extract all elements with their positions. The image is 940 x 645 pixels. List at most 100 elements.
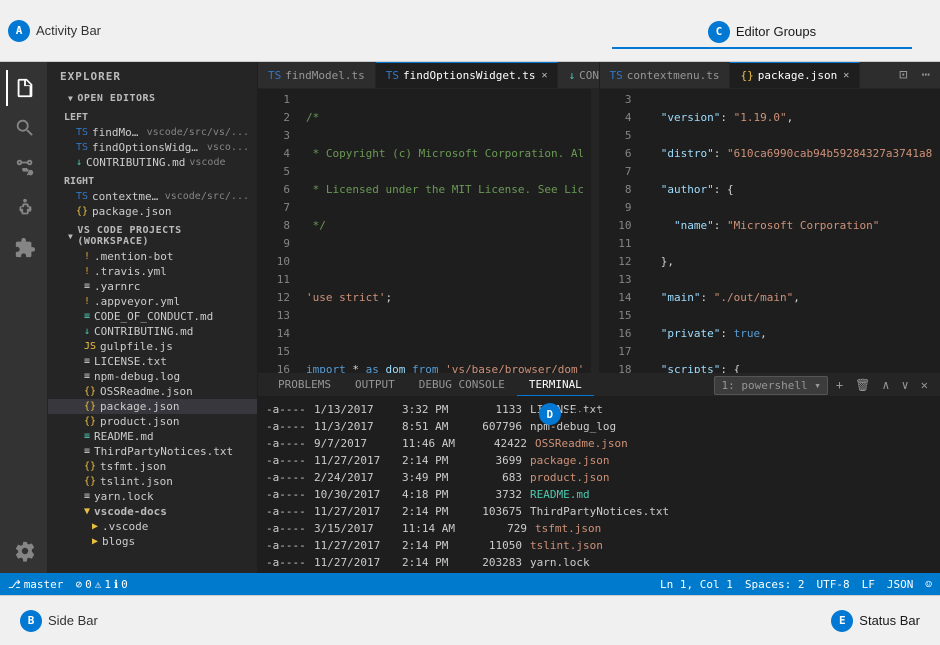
sidebar: EXPLORER ▼ OPEN EDITORS LEFT TS findMode… bbox=[48, 62, 258, 573]
tab-label: findModel.ts bbox=[285, 69, 364, 82]
file-name: package.json bbox=[100, 400, 179, 413]
shell-selector[interactable]: 1: powershell ▾ bbox=[714, 376, 827, 395]
cursor-position[interactable]: Ln 1, Col 1 bbox=[660, 578, 733, 591]
open-editor-package-json[interactable]: {} package.json bbox=[48, 204, 257, 219]
terminal-row: -a----11/27/20172:14 PM103675 ThirdParty… bbox=[266, 503, 932, 520]
file-icon: {} bbox=[84, 401, 96, 412]
tab-findmodel[interactable]: TS findModel.ts bbox=[258, 63, 376, 88]
indentation[interactable]: Spaces: 2 bbox=[745, 578, 805, 591]
panel-tab-terminal[interactable]: TERMINAL bbox=[517, 374, 594, 396]
workspace-package-json[interactable]: {} package.json bbox=[48, 399, 257, 414]
terminal-row: -a----2/24/20173:49 PM683 product.json bbox=[266, 469, 932, 486]
file-name: contextmenu.ts bbox=[92, 190, 161, 203]
file-name: product.json bbox=[100, 415, 179, 428]
folder-name: blogs bbox=[102, 535, 135, 548]
file-name: README.md bbox=[94, 430, 154, 443]
right-label: RIGHT bbox=[48, 174, 257, 189]
tab-close-icon[interactable]: ✕ bbox=[541, 70, 547, 81]
errors-warnings[interactable]: ⊘ 0 ⚠ 1 ℹ 0 bbox=[75, 578, 127, 591]
workspace-product-json[interactable]: {} product.json bbox=[48, 414, 257, 429]
encoding[interactable]: UTF-8 bbox=[817, 578, 850, 591]
tab-close-icon[interactable]: ✕ bbox=[843, 70, 849, 81]
workspace-gulpfile[interactable]: JS gulpfile.js bbox=[48, 339, 257, 354]
annotation-c-label: Editor Groups bbox=[736, 24, 816, 39]
tab-bar-right: TS contextmenu.ts {} package.json ✕ ⊡ ⋯ bbox=[600, 62, 940, 89]
open-editor-contextmenu[interactable]: TS contextmenu.ts vscode/src/... bbox=[48, 189, 257, 204]
feedback-icon[interactable]: ☺ bbox=[925, 578, 932, 591]
workspace-contributing[interactable]: ↓ CONTRIBUTING.md bbox=[48, 324, 257, 339]
folder-icon: ▶ bbox=[92, 521, 98, 532]
left-label: LEFT bbox=[48, 110, 257, 125]
workspace-travis[interactable]: ! .travis.yml bbox=[48, 264, 257, 279]
workspace-yarn-lock[interactable]: ≡ yarn.lock bbox=[48, 489, 257, 504]
workspace-mention-bot[interactable]: ! .mention-bot bbox=[48, 249, 257, 264]
close-panel-icon[interactable]: ✕ bbox=[917, 376, 932, 394]
workspace-readme[interactable]: ≡ README.md bbox=[48, 429, 257, 444]
kill-terminal-icon[interactable]: 🗑 bbox=[851, 376, 874, 394]
workspace-tsfmt[interactable]: {} tsfmt.json bbox=[48, 459, 257, 474]
open-editors-section[interactable]: ▼ OPEN EDITORS bbox=[48, 91, 257, 106]
file-icon: ≡ bbox=[84, 311, 90, 322]
workspace-blogs-folder[interactable]: ▶ blogs bbox=[48, 534, 257, 549]
workspace-section[interactable]: ▼ VS CODE PROJECTS (WORKSPACE) bbox=[48, 223, 257, 249]
panel-tab-output[interactable]: OUTPUT bbox=[343, 374, 407, 396]
source-control-icon[interactable] bbox=[6, 150, 42, 186]
tab-contributing[interactable]: ↓ CONTRIBUTING.md bbox=[558, 63, 598, 88]
workspace-tslint[interactable]: {} tslint.json bbox=[48, 474, 257, 489]
tab-contextmenu[interactable]: TS contextmenu.ts bbox=[600, 63, 731, 88]
terminal-row: -a----11/27/20172:14 PM3699 package.json bbox=[266, 452, 932, 469]
file-icon: {} bbox=[84, 416, 96, 427]
workspace-code-of-conduct[interactable]: ≡ CODE_OF_CONDUCT.md bbox=[48, 309, 257, 324]
annotation-b-circle: B bbox=[20, 610, 42, 632]
file-name: findModel.ts bbox=[92, 126, 143, 139]
open-editor-findmodel[interactable]: TS findModel.ts vscode/src/vs/... bbox=[48, 125, 257, 140]
annotation-a-circle: A bbox=[8, 20, 30, 42]
file-name: package.json bbox=[92, 205, 171, 218]
tab-label: CONTRIBUTING.md bbox=[579, 69, 598, 82]
settings-icon[interactable] bbox=[6, 533, 42, 569]
restore-panel-icon[interactable]: ∨ bbox=[898, 376, 913, 394]
file-icon: {} bbox=[84, 461, 96, 472]
panel-tab-problems[interactable]: PROBLEMS bbox=[266, 374, 343, 396]
error-count: 0 bbox=[85, 578, 92, 591]
main-layout: EXPLORER ▼ OPEN EDITORS LEFT TS findMode… bbox=[0, 62, 940, 573]
panel-tab-debug-console[interactable]: DEBUG CONSOLE bbox=[407, 374, 517, 396]
debug-icon[interactable] bbox=[6, 190, 42, 226]
workspace-vscode-folder[interactable]: ▶ .vscode bbox=[48, 519, 257, 534]
file-icon: ≡ bbox=[84, 491, 90, 502]
workspace-vscode-docs[interactable]: ▼ vscode-docs bbox=[48, 504, 257, 519]
line-numbers-right: 34567 89101112 1314151617 1819202122 bbox=[600, 89, 640, 373]
workspace-license[interactable]: ≡ LICENSE.txt bbox=[48, 354, 257, 369]
add-terminal-icon[interactable]: + bbox=[832, 376, 847, 394]
split-editor-icon[interactable]: ⊡ bbox=[893, 63, 913, 87]
line-ending[interactable]: LF bbox=[862, 578, 875, 591]
more-actions-icon[interactable]: ⋯ bbox=[916, 63, 936, 87]
search-icon[interactable] bbox=[6, 110, 42, 146]
workspace-thirdparty[interactable]: ≡ ThirdPartyNotices.txt bbox=[48, 444, 257, 459]
file-path: vscode/src/vs/... bbox=[147, 127, 249, 138]
file-name: LICENSE.txt bbox=[94, 355, 167, 368]
annotation-b-label: Side Bar bbox=[48, 613, 98, 628]
language-mode[interactable]: JSON bbox=[887, 578, 914, 591]
workspace-yarnrc[interactable]: ≡ .yarnrc bbox=[48, 279, 257, 294]
tab-findoptionswidget[interactable]: TS findOptionsWidget.ts ✕ bbox=[376, 62, 559, 88]
open-editor-findoptionswidget[interactable]: TS findOptionsWidget.ts vsco... bbox=[48, 140, 257, 155]
md-icon: ↓ bbox=[76, 157, 82, 168]
open-editors-chevron: ▼ bbox=[68, 94, 73, 103]
file-name: gulpfile.js bbox=[100, 340, 173, 353]
extensions-icon[interactable] bbox=[6, 230, 42, 266]
file-name: CONTRIBUTING.md bbox=[86, 156, 185, 169]
terminal-row: -a----1/13/20173:32 PM1133 LICENSE.txt bbox=[266, 401, 932, 418]
open-editor-contributing[interactable]: ↓ CONTRIBUTING.md vscode bbox=[48, 155, 257, 170]
info-count: 0 bbox=[121, 578, 128, 591]
files-icon[interactable] bbox=[6, 70, 42, 106]
warning-count: 1 bbox=[104, 578, 111, 591]
workspace-ossreadme[interactable]: {} OSSReadme.json bbox=[48, 384, 257, 399]
panel-tab-bar: PROBLEMS OUTPUT DEBUG CONSOLE TERMINAL 1… bbox=[258, 374, 940, 397]
maximize-panel-icon[interactable]: ∧ bbox=[878, 376, 893, 394]
tab-package-json[interactable]: {} package.json ✕ bbox=[730, 62, 860, 88]
workspace-appveyor[interactable]: ! .appveyor.yml bbox=[48, 294, 257, 309]
git-branch[interactable]: ⎇ master bbox=[8, 578, 63, 591]
folder-name: .vscode bbox=[102, 520, 148, 533]
workspace-npm-debug[interactable]: ≡ npm-debug.log bbox=[48, 369, 257, 384]
